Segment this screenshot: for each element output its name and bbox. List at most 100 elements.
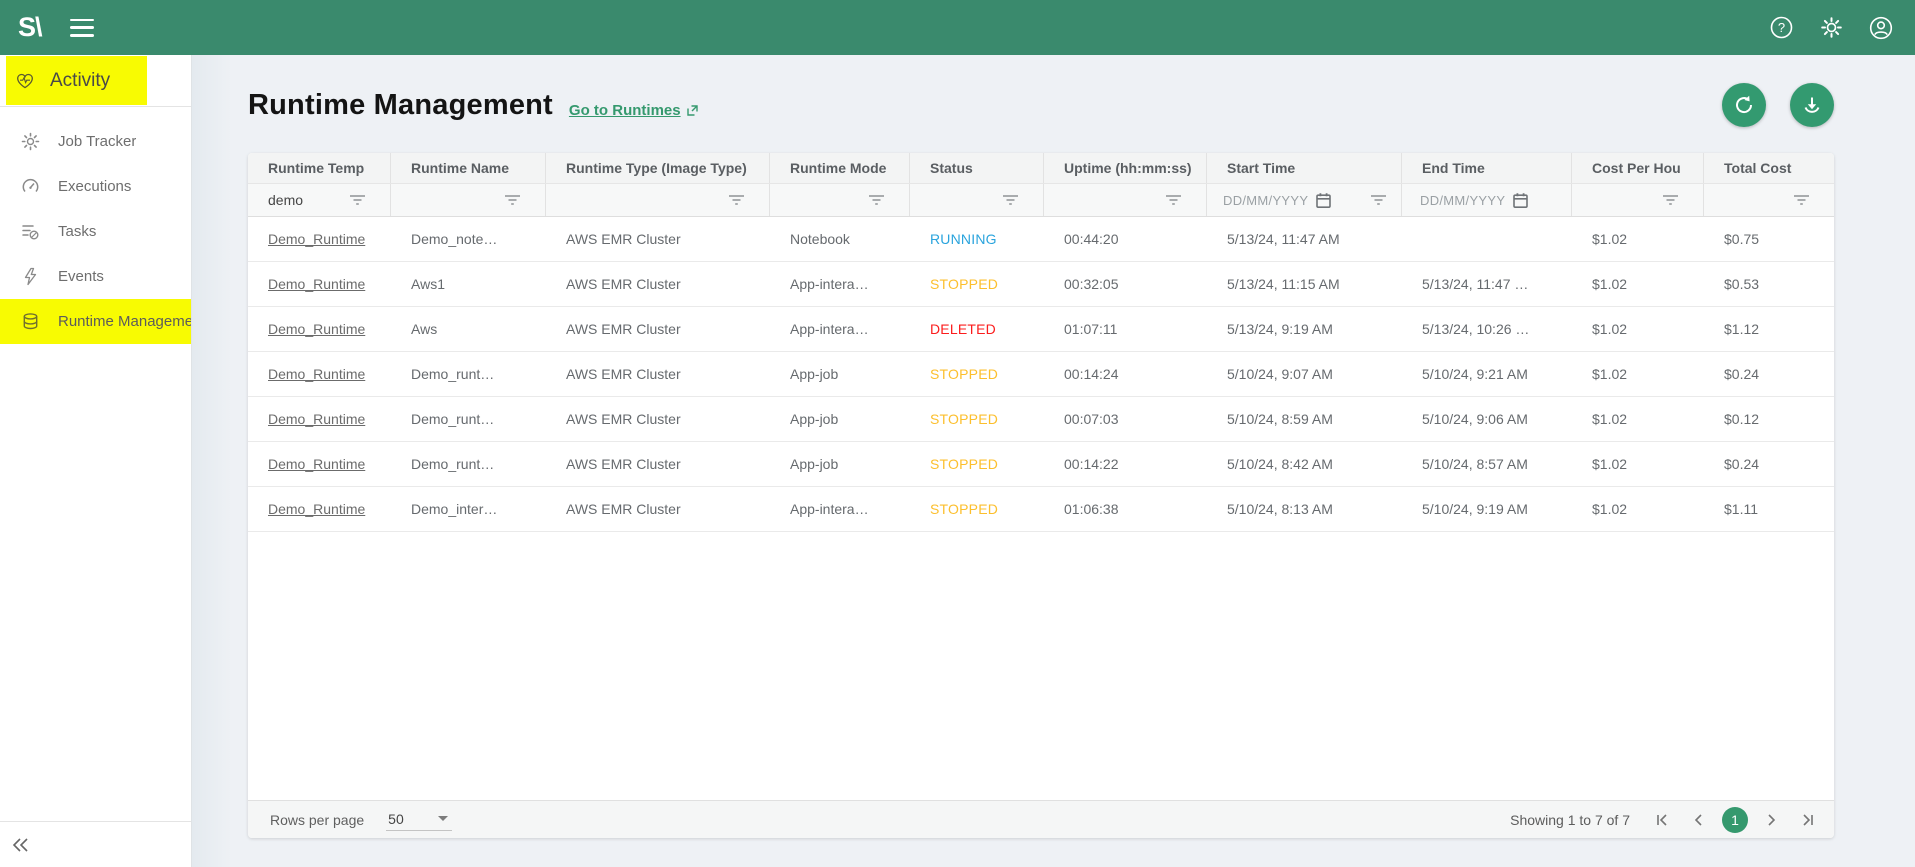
column-header-label: Uptime (hh:mm:ss) (1064, 160, 1192, 176)
cell-value: $1.02 (1592, 276, 1627, 292)
current-page-badge[interactable]: 1 (1722, 807, 1748, 833)
filter-icon[interactable] (1002, 194, 1019, 206)
cell-value: $1.02 (1592, 231, 1627, 247)
cell-value: $1.02 (1592, 366, 1627, 382)
table-footer: Rows per page 50 Showing 1 to 7 of 7 (248, 800, 1834, 838)
cell-value: Aws (411, 321, 437, 337)
table-row: Demo_RuntimeDemo_note…AWS EMR ClusterNot… (248, 217, 1834, 262)
runtime-template-link[interactable]: Demo_Runtime (268, 456, 365, 472)
cell-value: 5/10/24, 8:13 AM (1227, 501, 1333, 517)
last-page-button[interactable] (1794, 807, 1820, 833)
runtime-template-link[interactable]: Demo_Runtime (268, 321, 365, 337)
filter-icon[interactable] (1370, 194, 1387, 206)
cell-value: $0.53 (1724, 276, 1759, 292)
table-filter-row: DD/MM/YYYY DD/MM/YYYY (248, 184, 1834, 217)
sidebar-item-events[interactable]: Events (0, 254, 191, 299)
cell-value: 00:14:22 (1064, 456, 1119, 472)
collapse-sidebar-icon[interactable] (10, 836, 32, 854)
column-header-runtime-type-image-type[interactable]: Runtime Type (Image Type) (546, 153, 770, 183)
cell-value: App-intera… (790, 276, 869, 292)
cell-value: Demo_inter… (411, 501, 497, 517)
column-header-uptime-hh-mm-ss[interactable]: Uptime (hh:mm:ss) (1044, 153, 1207, 183)
filter-cell-runtime-mode (770, 184, 910, 216)
runtime-table-card: Runtime TempRuntime NameRuntime Type (Im… (248, 153, 1834, 838)
column-header-runtime-name[interactable]: Runtime Name (391, 153, 546, 183)
filter-input-runtime-temp[interactable] (268, 192, 332, 208)
cell-value: 01:06:38 (1064, 501, 1119, 517)
sidebar-item-job-tracker[interactable]: Job Tracker (0, 119, 191, 164)
cell-name: Demo_note… (391, 217, 546, 261)
cell-template: Demo_Runtime (248, 397, 391, 441)
column-header-runtime-mode[interactable]: Runtime Mode (770, 153, 910, 183)
column-header-status[interactable]: Status (910, 153, 1044, 183)
cell-total_cost: $0.24 (1704, 442, 1834, 486)
filter-icon[interactable] (1165, 194, 1182, 206)
download-button[interactable] (1790, 83, 1834, 127)
cell-value: 5/13/24, 11:47 AM (1227, 231, 1340, 247)
refresh-button[interactable] (1722, 83, 1766, 127)
table-row: Demo_RuntimeDemo_runt…AWS EMR ClusterApp… (248, 352, 1834, 397)
filter-icon[interactable] (349, 194, 366, 206)
status-badge: STOPPED (930, 366, 998, 382)
calendar-icon[interactable] (1512, 192, 1529, 209)
cell-value: App-intera… (790, 501, 869, 517)
account-icon[interactable] (1869, 16, 1893, 40)
sidebar-item-tasks[interactable]: Tasks (0, 209, 191, 254)
cell-template: Demo_Runtime (248, 217, 391, 261)
filter-cell-runtime-type-image-type (546, 184, 770, 216)
filter-icon[interactable] (504, 194, 521, 206)
go-to-runtimes-link[interactable]: Go to Runtimes (569, 102, 699, 119)
cell-status: DELETED (910, 307, 1044, 351)
cell-value: $0.12 (1724, 411, 1759, 427)
sidebar-item-executions[interactable]: Executions (0, 164, 191, 209)
next-page-button[interactable] (1758, 807, 1784, 833)
cell-template: Demo_Runtime (248, 307, 391, 351)
column-header-label: Total Cost (1724, 160, 1791, 176)
cell-value: Notebook (790, 231, 850, 247)
date-filter[interactable]: DD/MM/YYYY (1420, 192, 1529, 209)
sidebar-item-runtime-management[interactable]: Runtime Management (0, 299, 191, 344)
column-header-end-time[interactable]: End Time (1402, 153, 1572, 183)
cell-end: 5/10/24, 8:57 AM (1402, 442, 1572, 486)
filter-icon[interactable] (1793, 194, 1810, 206)
sidebar-item-label: Tasks (58, 223, 96, 240)
date-filter[interactable]: DD/MM/YYYY (1223, 192, 1332, 209)
column-header-cost-per-hou[interactable]: Cost Per Hou (1572, 153, 1704, 183)
runtime-template-link[interactable]: Demo_Runtime (268, 276, 365, 292)
runtime-template-link[interactable]: Demo_Runtime (268, 231, 365, 247)
cell-cost_per_hour: $1.02 (1572, 397, 1704, 441)
filter-icon[interactable] (1662, 194, 1679, 206)
cell-value: $1.11 (1724, 501, 1758, 517)
runtime-template-link[interactable]: Demo_Runtime (268, 366, 365, 382)
first-page-button[interactable] (1650, 807, 1676, 833)
cell-status: STOPPED (910, 397, 1044, 441)
cell-mode: App-intera… (770, 487, 910, 531)
filter-icon[interactable] (728, 194, 745, 206)
column-header-label: Start Time (1227, 160, 1295, 176)
main-content: Runtime Management Go to Runtimes (192, 55, 1915, 867)
cell-value: AWS EMR Cluster (566, 501, 681, 517)
external-link-icon (686, 104, 699, 117)
calendar-icon[interactable] (1315, 192, 1332, 209)
column-header-label: Status (930, 160, 973, 176)
cell-value: $0.24 (1724, 456, 1759, 472)
cell-name: Aws1 (391, 262, 546, 306)
column-header-runtime-temp[interactable]: Runtime Temp (248, 153, 391, 183)
column-header-start-time[interactable]: Start Time (1207, 153, 1402, 183)
previous-page-button[interactable] (1686, 807, 1712, 833)
hamburger-menu-icon[interactable] (70, 19, 94, 37)
cell-value: 00:32:05 (1064, 276, 1119, 292)
column-header-total-cost[interactable]: Total Cost (1704, 153, 1834, 183)
gear-icon[interactable] (1819, 16, 1843, 40)
runtime-template-link[interactable]: Demo_Runtime (268, 411, 365, 427)
help-icon[interactable]: ? (1769, 16, 1793, 40)
sidebar-item-label: Executions (58, 178, 131, 195)
rows-per-page-select[interactable]: 50 (386, 809, 452, 831)
filter-cell-uptime-hh-mm-ss (1044, 184, 1207, 216)
filter-icon[interactable] (868, 194, 885, 206)
runtime-template-link[interactable]: Demo_Runtime (268, 501, 365, 517)
filter-cell-status (910, 184, 1044, 216)
sidebar-section-activity[interactable]: Activity (6, 56, 147, 105)
cell-template: Demo_Runtime (248, 262, 391, 306)
rows-per-page-value: 50 (388, 811, 404, 827)
